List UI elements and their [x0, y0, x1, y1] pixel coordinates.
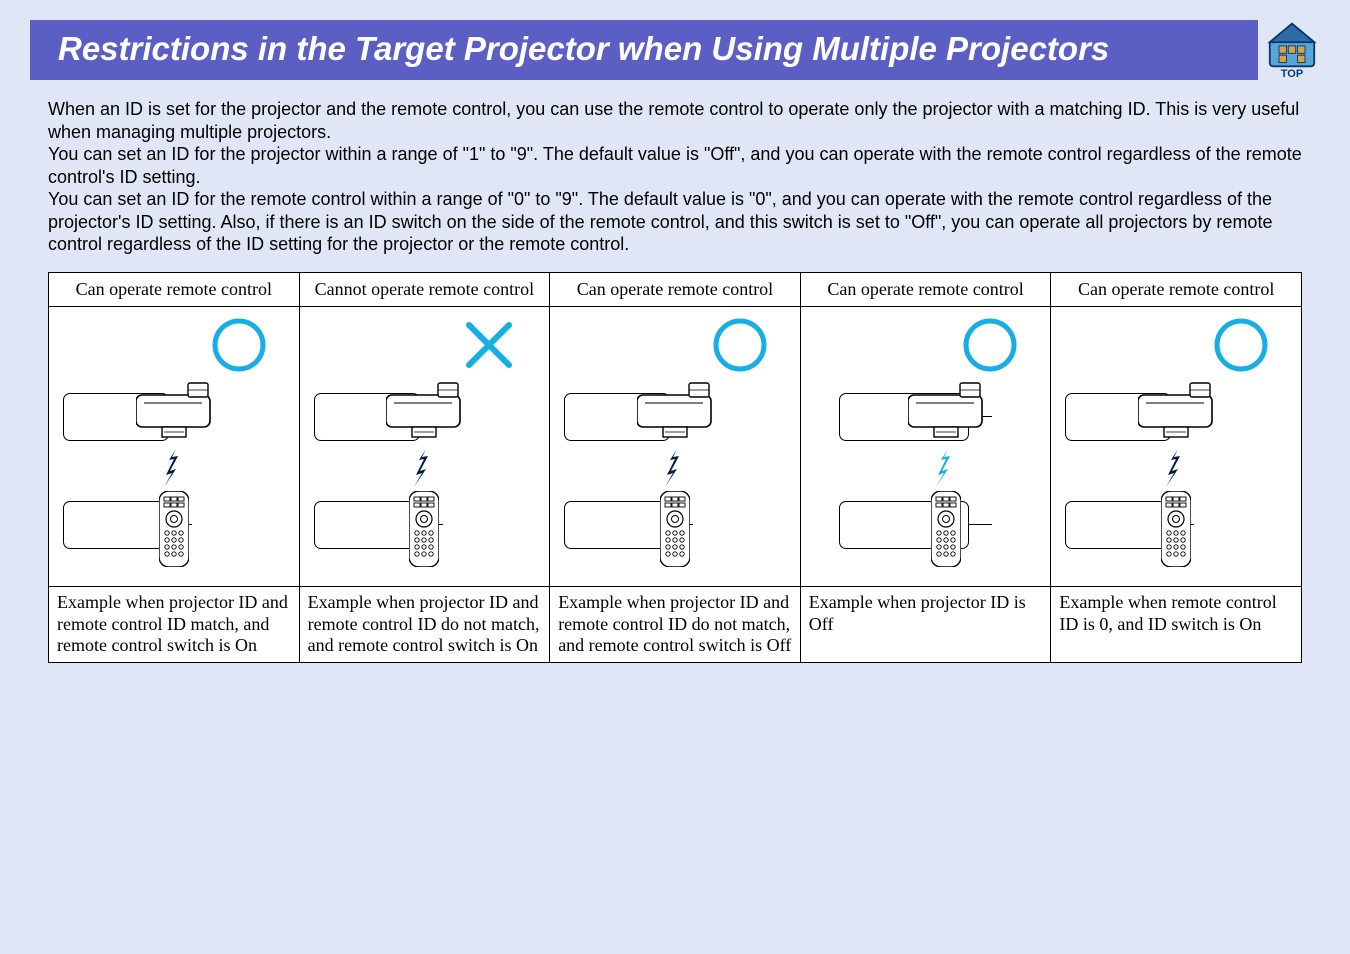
home-top-icon[interactable]: TOP: [1264, 20, 1320, 80]
page: Restrictions in the Target Projector whe…: [0, 0, 1350, 663]
table-diagram-row: [49, 307, 1302, 587]
remote-callout: [564, 501, 670, 549]
col-header: Can operate remote control: [800, 272, 1051, 307]
intro-p2: You can set an ID for the projector with…: [48, 143, 1302, 188]
corner-icons: TOP: [1264, 20, 1320, 80]
caption-cell: Example when projector ID and remote con…: [299, 587, 550, 663]
projector-icon: [1138, 381, 1214, 445]
title-bar: Restrictions in the Target Projector whe…: [30, 20, 1320, 80]
caption-cell: Example when projector ID and remote con…: [49, 587, 300, 663]
caption-cell: Example when projector ID is Off: [800, 587, 1051, 663]
col-header: Cannot operate remote control: [299, 272, 550, 307]
result-ok-icon: [209, 315, 269, 375]
remote-callout: [1065, 501, 1171, 549]
intro-text: When an ID is set for the projector and …: [48, 98, 1302, 256]
signal-arrow-icon: [1164, 449, 1188, 495]
signal-arrow-icon: [663, 449, 687, 495]
remote-icon: [409, 491, 439, 573]
diagram-cell: [1051, 307, 1302, 587]
remote-icon: [931, 491, 961, 573]
diagram-cell: [800, 307, 1051, 587]
diagram-cell: [49, 307, 300, 587]
page-title: Restrictions in the Target Projector whe…: [30, 20, 1258, 80]
table-header-row: Can operate remote control Cannot operat…: [49, 272, 1302, 307]
table-caption-row: Example when projector ID and remote con…: [49, 587, 1302, 663]
col-header: Can operate remote control: [550, 272, 801, 307]
result-ok-icon: [1211, 315, 1271, 375]
remote-icon: [660, 491, 690, 573]
remote-icon: [159, 491, 189, 573]
diagram-cell: [550, 307, 801, 587]
col-header: Can operate remote control: [49, 272, 300, 307]
result-ok-icon: [960, 315, 1020, 375]
diagram-cell: [299, 307, 550, 587]
projector-icon: [637, 381, 713, 445]
projector-icon: [908, 381, 984, 445]
remote-icon: [1161, 491, 1191, 573]
projector-icon: [386, 381, 462, 445]
signal-arrow-icon: [162, 449, 186, 495]
intro-p3: You can set an ID for the remote control…: [48, 188, 1302, 256]
remote-callout: [314, 501, 420, 549]
projector-icon: [136, 381, 212, 445]
top-label: TOP: [1281, 68, 1303, 80]
signal-arrow-icon: [412, 449, 436, 495]
caption-cell: Example when projector ID and remote con…: [550, 587, 801, 663]
caption-cell: Example when remote control ID is 0, and…: [1051, 587, 1302, 663]
intro-p1: When an ID is set for the projector and …: [48, 98, 1302, 143]
remote-callout: [63, 501, 169, 549]
result-ok-icon: [710, 315, 770, 375]
col-header: Can operate remote control: [1051, 272, 1302, 307]
signal-arrow-icon: [934, 449, 958, 495]
examples-table: Can operate remote control Cannot operat…: [48, 272, 1302, 663]
result-cross-icon: [459, 315, 519, 375]
